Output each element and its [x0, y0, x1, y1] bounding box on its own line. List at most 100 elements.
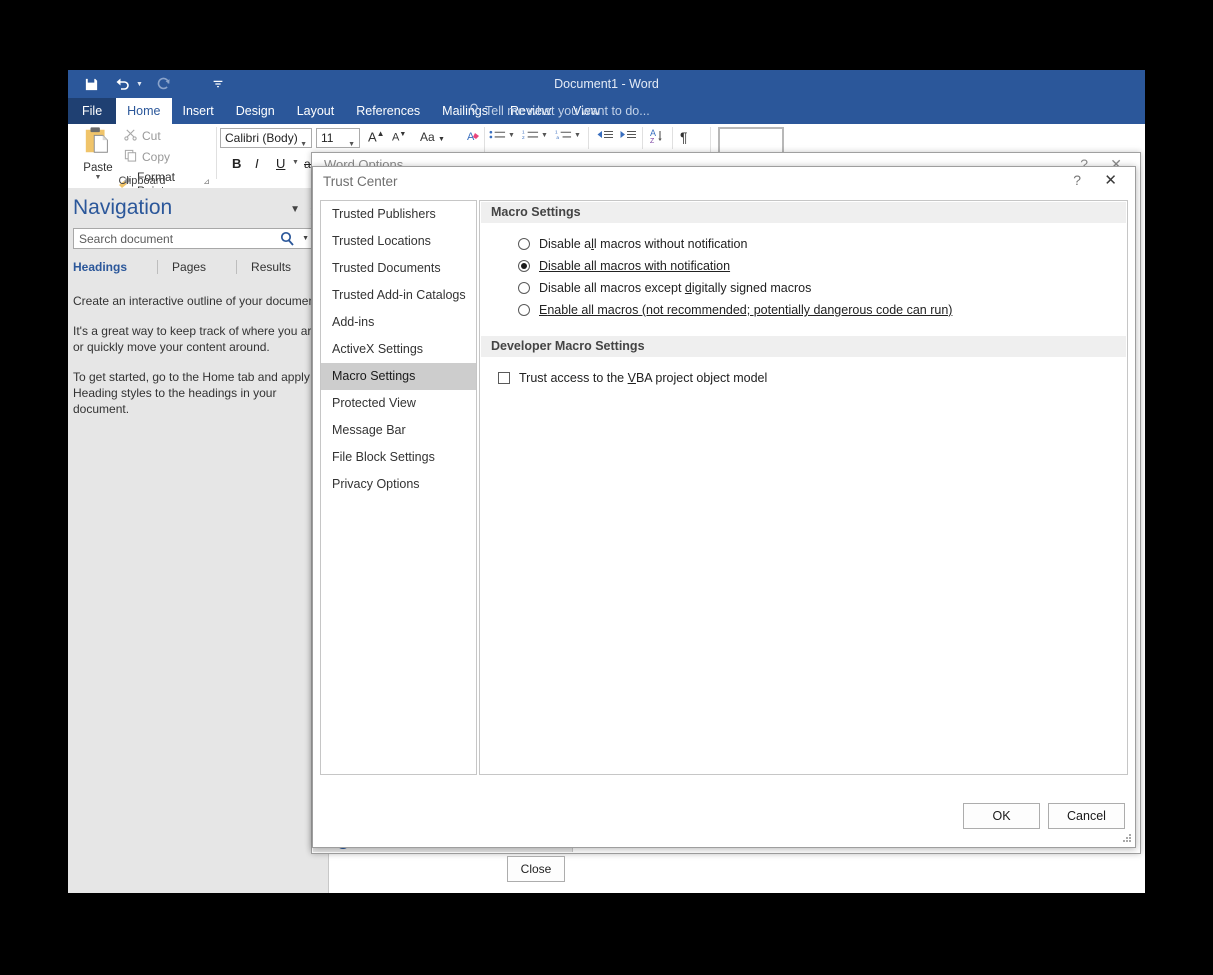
trust-center-nav-item-file-block-settings[interactable]: File Block Settings	[321, 444, 476, 471]
bullets-icon[interactable]	[489, 129, 506, 148]
font-name-value: Calibri (Body)	[225, 131, 298, 145]
resize-grip[interactable]	[1122, 834, 1132, 844]
nav-body-paragraph: It's a great way to keep track of where …	[73, 323, 324, 355]
trust-center-nav-item-message-bar[interactable]: Message Bar	[321, 417, 476, 444]
title-bar: Document1 - Word ▼	[68, 70, 1145, 98]
radio-disable-all-macros-except-digitally-signed[interactable]: Disable all macros except digitally sign…	[518, 281, 811, 295]
grow-font-icon[interactable]: A▲	[368, 129, 385, 144]
paste-button[interactable]: Paste ▼	[76, 126, 120, 181]
tab-references[interactable]: References	[345, 98, 431, 124]
ok-button[interactable]: OK	[963, 803, 1040, 829]
change-case-icon[interactable]: Aa ▼	[420, 130, 445, 144]
tab-file[interactable]: File	[68, 98, 116, 124]
search-options-caret-icon[interactable]: ▼	[302, 235, 309, 242]
svg-text:Z: Z	[650, 138, 655, 144]
word-options-close-button[interactable]: Close	[507, 856, 565, 882]
cut-button[interactable]: Cut	[124, 128, 161, 144]
svg-text:2: 2	[522, 135, 525, 141]
trust-center-help-icon[interactable]: ?	[1073, 172, 1081, 188]
underline-button[interactable]: U	[276, 156, 285, 171]
radio-indicator	[518, 238, 530, 250]
text-highlight-color-icon[interactable]: A	[466, 129, 482, 148]
ribbon-group-clipboard: Paste ▼ Cut Copy	[68, 124, 216, 188]
bullets-caret-icon[interactable]: ▼	[508, 132, 515, 139]
trust-center-nav-item-trusted-publishers[interactable]: Trusted Publishers	[321, 201, 476, 228]
ribbon-tab-strip: File Home Insert Design Layout Reference…	[68, 98, 1145, 124]
radio-disable-all-macros-without-notification[interactable]: Disable all macros without notification	[518, 237, 747, 251]
multilevel-list-icon[interactable]: 1a	[555, 129, 572, 148]
copy-button[interactable]: Copy	[124, 149, 170, 165]
paste-icon	[83, 143, 113, 160]
navigation-pane-body: Create an interactive outline of your do…	[73, 293, 324, 431]
trust-center-nav-item-trusted-add-in-catalogs[interactable]: Trusted Add-in Catalogs	[321, 282, 476, 309]
radio-indicator	[518, 260, 530, 272]
navigation-pane-title: Navigation	[73, 196, 172, 220]
radio-label: Disable all macros except digitally sign…	[539, 281, 811, 295]
nav-tab-headings[interactable]: Headings	[73, 260, 143, 274]
clipboard-dialog-launcher-icon[interactable]: ⊿	[203, 177, 210, 186]
navigation-pane-menu-caret-icon[interactable]: ▼	[290, 204, 300, 215]
tab-design[interactable]: Design	[225, 98, 286, 124]
undo-icon[interactable]	[108, 71, 138, 97]
screen: Document1 - Word ▼ File	[0, 0, 1213, 975]
checkbox-indicator	[498, 372, 510, 384]
tab-home[interactable]: Home	[116, 98, 171, 124]
save-icon[interactable]	[76, 71, 106, 97]
multilevel-list-caret-icon[interactable]: ▼	[574, 132, 581, 139]
bold-button[interactable]: B	[232, 156, 241, 171]
paste-label: Paste	[76, 162, 120, 174]
trust-center-content-panel: Macro Settings Disable all macros withou…	[479, 200, 1128, 775]
sort-icon[interactable]: AZ	[650, 128, 664, 149]
search-input-placeholder: Search document	[79, 232, 173, 246]
trust-center-nav-item-trusted-documents[interactable]: Trusted Documents	[321, 255, 476, 282]
divider	[236, 260, 237, 274]
font-name-caret-icon[interactable]: ▼	[300, 135, 307, 154]
cancel-button[interactable]: Cancel	[1048, 803, 1125, 829]
radio-enable-all-macros[interactable]: Enable all macros (not recommended; pote…	[518, 303, 952, 317]
copy-label: Copy	[142, 150, 170, 164]
tab-insert[interactable]: Insert	[172, 98, 225, 124]
font-size-combo[interactable]: 11 ▼	[316, 128, 360, 148]
font-name-combo[interactable]: Calibri (Body) ▼	[220, 128, 312, 148]
italic-button[interactable]: I	[255, 156, 259, 171]
shrink-font-icon[interactable]: A▼	[392, 131, 406, 144]
tell-me-box[interactable]: Tell me what you want to do...	[468, 98, 650, 124]
radio-label: Enable all macros (not recommended; pote…	[539, 303, 952, 317]
svg-text:A: A	[650, 128, 656, 138]
search-icon[interactable]	[280, 231, 295, 252]
radio-indicator	[518, 282, 530, 294]
undo-dropdown-caret-icon[interactable]: ▼	[136, 81, 143, 88]
clipboard-group-label: Clipboard	[68, 175, 216, 187]
font-size-value: 11	[321, 131, 333, 145]
radio-disable-all-macros-with-notification[interactable]: Disable all macros with notification	[518, 259, 730, 273]
trust-center-nav-item-protected-view[interactable]: Protected View	[321, 390, 476, 417]
decrease-indent-icon[interactable]	[596, 129, 614, 148]
trust-center-close-icon[interactable]: ✕	[1104, 171, 1117, 189]
divider	[157, 260, 158, 274]
redo-icon	[149, 71, 179, 97]
nav-tab-pages[interactable]: Pages	[172, 260, 222, 274]
navigation-pane: Navigation ▼ ✕ Search document ▼ Heading…	[68, 188, 329, 893]
trust-center-title-bar: Trust Center ? ✕	[313, 167, 1135, 197]
trust-center-nav-item-privacy-options[interactable]: Privacy Options	[321, 471, 476, 498]
ribbon-separator	[672, 127, 673, 149]
trust-center-nav-item-activex-settings[interactable]: ActiveX Settings	[321, 336, 476, 363]
checkbox-trust-access-vba-project-object-model[interactable]: Trust access to the VBA project object m…	[498, 371, 767, 385]
checkbox-label: Trust access to the VBA project object m…	[519, 371, 767, 385]
underline-caret-icon[interactable]: ▼	[292, 159, 299, 166]
tab-layout[interactable]: Layout	[286, 98, 346, 124]
numbering-icon[interactable]: 12	[522, 129, 539, 148]
trust-center-nav-item-macro-settings[interactable]: Macro Settings	[321, 363, 476, 390]
trust-center-nav-item-add-ins[interactable]: Add-ins	[321, 309, 476, 336]
search-input[interactable]: Search document ▼	[73, 228, 316, 249]
scissors-icon	[124, 128, 137, 144]
show-formatting-marks-icon[interactable]: ¶	[680, 129, 688, 145]
customize-qat-icon[interactable]	[203, 71, 233, 97]
increase-indent-icon[interactable]	[619, 129, 637, 148]
nav-tab-results[interactable]: Results	[251, 260, 307, 274]
trust-center-nav-item-trusted-locations[interactable]: Trusted Locations	[321, 228, 476, 255]
ribbon-separator	[216, 127, 217, 179]
radio-label: Disable all macros without notification	[539, 237, 747, 251]
nav-body-paragraph: Create an interactive outline of your do…	[73, 293, 324, 309]
numbering-caret-icon[interactable]: ▼	[541, 132, 548, 139]
